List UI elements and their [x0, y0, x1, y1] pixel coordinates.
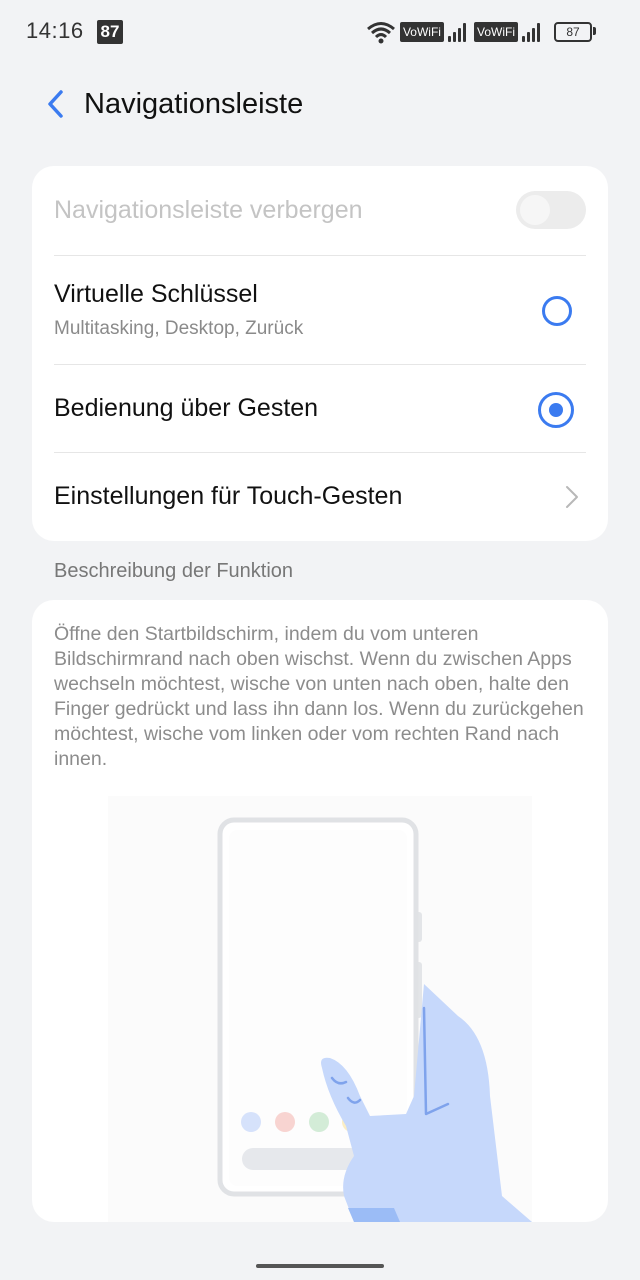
gesture-control-label: Bedienung über Gesten — [54, 394, 319, 422]
page-header: Navigationsleiste — [0, 70, 640, 140]
signal-icon-2 — [522, 22, 540, 42]
notification-badge: 87 — [97, 20, 123, 44]
hide-navigation-bar-label: Navigationsleiste verbergen — [54, 196, 363, 224]
status-bar: 14:16 87 VoWiFi VoWiFi 87 — [0, 0, 640, 64]
virtual-keys-subtitle: Multitasking, Desktop, Zurück — [54, 318, 304, 339]
dot-red — [275, 1112, 295, 1132]
divider — [54, 452, 586, 453]
signal-icon-1 — [447, 22, 466, 42]
dot-green — [309, 1112, 329, 1132]
wifi-icon — [367, 22, 395, 44]
navigation-settings-card: Navigationsleiste verbergen Virtuelle Sc… — [32, 166, 608, 541]
hide-navigation-bar-toggle[interactable] — [516, 191, 586, 229]
back-button[interactable] — [38, 86, 74, 122]
phone-hand-illustration — [217, 817, 532, 1222]
hide-navigation-bar-row: Navigationsleiste verbergen — [54, 190, 586, 230]
vowifi-badge-2: VoWiFi — [473, 22, 518, 42]
status-icons: VoWiFi VoWiFi — [366, 18, 544, 46]
page-title: Navigationsleiste — [84, 88, 304, 120]
divider — [54, 364, 586, 365]
touch-gesture-settings-label: Einstellungen für Touch-Gesten — [54, 482, 403, 510]
virtual-keys-label: Virtuelle Schlüssel — [54, 280, 258, 308]
status-time: 14:16 — [26, 18, 84, 43]
description-card: Öffne den Startbildschirm, indem du vom … — [32, 600, 608, 1222]
section-label: Beschreibung der Funktion — [54, 560, 294, 582]
gesture-control-radio[interactable] — [538, 392, 574, 428]
battery-tip — [593, 27, 596, 35]
gesture-illustration — [108, 796, 532, 1222]
hand-cuff — [348, 1208, 400, 1222]
virtual-keys-radio[interactable] — [542, 296, 572, 326]
radio-selected-dot — [549, 403, 563, 417]
divider — [54, 255, 586, 256]
gesture-control-row[interactable]: Bedienung über Gesten — [54, 388, 586, 432]
virtual-keys-row[interactable]: Virtuelle Schlüssel Multitasking, Deskto… — [54, 276, 586, 354]
home-indicator[interactable] — [256, 1264, 384, 1268]
chevron-right-icon — [566, 486, 578, 508]
touch-gesture-settings-row[interactable]: Einstellungen für Touch-Gesten — [54, 474, 586, 518]
toggle-knob — [520, 195, 550, 225]
dot-blue — [241, 1112, 261, 1132]
function-description: Öffne den Startbildschirm, indem du vom … — [54, 623, 584, 770]
vowifi-badge-1: VoWiFi — [399, 22, 444, 42]
battery-icon: 87 — [554, 22, 592, 42]
